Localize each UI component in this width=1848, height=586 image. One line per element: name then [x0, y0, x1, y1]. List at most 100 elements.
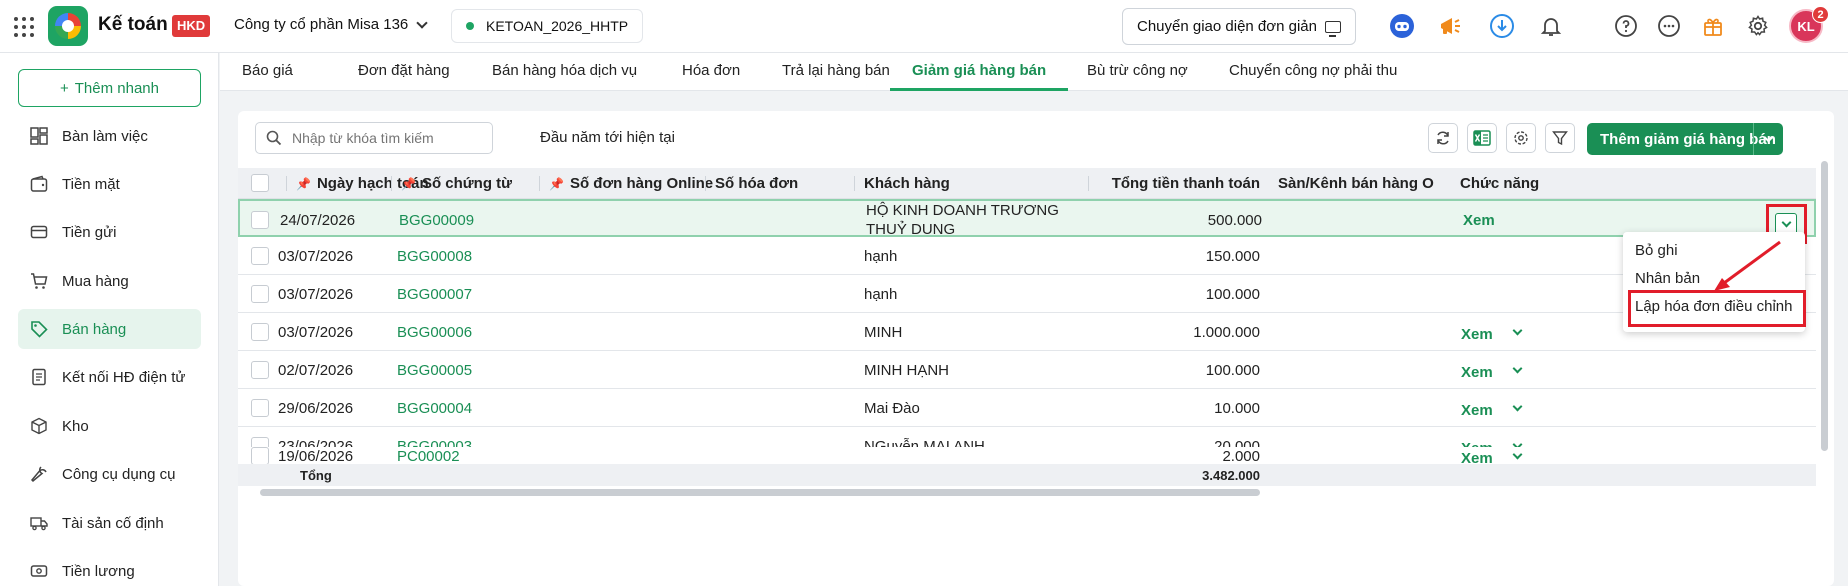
company-selector[interactable]: Công ty cổ phần Misa 136	[234, 16, 428, 33]
table-row[interactable]: 02/07/2026 BGG00005 MINH HẠNH 100.000 Xe…	[238, 351, 1816, 389]
sidebar-item-dashboard[interactable]: Bàn làm việc	[18, 116, 201, 156]
settings-button[interactable]	[1506, 123, 1536, 153]
row-checkbox[interactable]	[251, 389, 269, 427]
row-checkbox[interactable]	[251, 351, 269, 389]
app-logo[interactable]	[48, 6, 88, 46]
switch-ui-button[interactable]: Chuyển giao diện đơn giản	[1122, 8, 1356, 45]
filter-button[interactable]	[1545, 123, 1575, 153]
header-customer[interactable]: Khách hàng	[854, 168, 950, 199]
table-header: 📌 Ngày hạch toán 📌 Số chứng từ 📌 Số đơn hàn…	[238, 168, 1816, 199]
download-icon[interactable]	[1489, 13, 1515, 39]
gear-icon[interactable]	[1745, 13, 1771, 39]
quick-add-button[interactable]: + Thêm nhanh	[18, 69, 201, 107]
sidebar-item-purchase[interactable]: Mua hàng	[18, 261, 201, 301]
row-total: 100.000	[1205, 361, 1260, 379]
add-sales-discount-button[interactable]: Thêm giảm giá hàng bán	[1587, 123, 1783, 155]
row-menu-button[interactable]	[1506, 389, 1528, 427]
view-button[interactable]: Xem	[1461, 447, 1493, 465]
sidebar-item-fixed-assets[interactable]: Tài sản cố định	[18, 503, 201, 543]
sidebar-item-deposit[interactable]: Tiền gửi	[18, 212, 201, 252]
header-invoice-no[interactable]: Số hóa đơn	[704, 168, 798, 199]
refresh-button[interactable]	[1428, 123, 1458, 153]
view-button[interactable]: Xem	[1461, 353, 1493, 391]
row-doc-no[interactable]: BGG00006	[397, 313, 472, 351]
row-doc-no[interactable]: PC00002	[397, 447, 460, 465]
header-doc-no[interactable]: 📌 Số chứng từ	[390, 168, 512, 199]
view-button[interactable]: Xem	[1463, 201, 1495, 239]
chevron-down-icon	[416, 16, 428, 29]
sidebar-item-einvoice[interactable]: Kết nối HĐ điện tử	[18, 357, 201, 397]
database-chip[interactable]: KETOAN_2026_HHTP	[451, 9, 644, 43]
card-icon	[30, 223, 48, 241]
row-menu-button[interactable]	[1506, 313, 1528, 351]
excel-export-button[interactable]	[1467, 123, 1497, 153]
sidebar-item-cash[interactable]: Tiền mặt	[18, 164, 201, 204]
truck-icon	[30, 514, 48, 532]
chevron-down-icon	[1763, 132, 1774, 142]
sidebar-item-payroll[interactable]: Tiền lương	[18, 551, 201, 586]
more-icon[interactable]	[1656, 13, 1682, 39]
row-checkbox[interactable]	[251, 237, 269, 275]
header-channel[interactable]: Sàn/Kênh bán hàng Onli	[1278, 168, 1434, 199]
tab-sales-service[interactable]: Bán hàng hóa dịch vụ	[470, 53, 659, 91]
header-total[interactable]: Tổng tiền thanh toán	[1088, 168, 1260, 199]
table-row[interactable]: 03/07/2026 BGG00008 hạnh 150.000	[238, 237, 1816, 275]
horizontal-scrollbar[interactable]	[260, 489, 1260, 496]
row-checkbox[interactable]	[251, 201, 269, 239]
table-row[interactable]: 03/07/2026 BGG00006 MINH 1.000.000 Xem	[238, 313, 1816, 351]
search-box[interactable]	[255, 122, 493, 154]
tab-debt-offset[interactable]: Bù trừ công nợ	[1065, 53, 1210, 91]
search-input[interactable]	[292, 130, 482, 146]
header-online-order[interactable]: 📌 Số đơn hàng Online	[538, 168, 713, 199]
vertical-scrollbar[interactable]	[1821, 161, 1828, 451]
row-menu-button[interactable]	[1506, 351, 1528, 389]
view-button[interactable]: Xem	[1461, 391, 1493, 429]
tab-receivable-transfer[interactable]: Chuyển công nợ phải thu	[1207, 53, 1419, 91]
help-icon[interactable]	[1613, 13, 1639, 39]
chevron-down-icon	[1512, 449, 1522, 459]
row-date: 03/07/2026	[278, 247, 354, 265]
table-row[interactable]: 03/07/2026 BGG00007 hạnh 100.000	[238, 275, 1816, 313]
bell-icon[interactable]	[1538, 13, 1564, 39]
row-date: 24/07/2026	[280, 211, 356, 229]
row-total: 100.000	[1205, 285, 1260, 303]
row-doc-no[interactable]: BGG00009	[399, 201, 474, 239]
row-doc-no[interactable]: BGG00004	[397, 389, 472, 427]
table-row[interactable]: 19/06/2026 PC00002 2.000 Xem	[238, 447, 1816, 464]
table-row[interactable]: 29/06/2026 BGG00004 Mai Đào 10.000 Xem	[238, 389, 1816, 427]
sidebar-item-tools[interactable]: Công cụ dụng cụ	[18, 454, 201, 494]
menu-item-duplicate[interactable]: Nhân bản	[1635, 270, 1700, 287]
chevron-down-icon	[1512, 363, 1522, 373]
row-doc-no[interactable]: BGG00007	[397, 275, 472, 313]
filter-icon	[1552, 131, 1568, 146]
tools-icon	[30, 465, 48, 483]
row-doc-no[interactable]: BGG00008	[397, 237, 472, 275]
add-button-label: Thêm giảm giá hàng bán	[1600, 130, 1776, 148]
total-row: Tổng 3.482.000	[238, 464, 1816, 486]
gift-icon[interactable]	[1700, 13, 1726, 39]
app-grid-icon[interactable]	[14, 17, 34, 37]
row-checkbox[interactable]	[251, 313, 269, 351]
sidebar-item-warehouse[interactable]: Kho	[18, 406, 201, 446]
menu-item-unpost[interactable]: Bỏ ghi	[1635, 242, 1678, 259]
megaphone-icon[interactable]	[1437, 13, 1463, 39]
app-name: Kế toán	[98, 14, 168, 35]
row-checkbox[interactable]	[251, 447, 269, 464]
view-button[interactable]: Xem	[1461, 315, 1493, 353]
table-row[interactable]: 24/07/2026 BGG00009 HỘ KINH DOANH TRƯƠNG…	[238, 199, 1816, 239]
sidebar-item-sales[interactable]: Bán hàng	[18, 309, 201, 349]
tab-sales-order[interactable]: Đơn đặt hàng	[336, 53, 472, 91]
tab-invoice[interactable]: Hóa đơn	[660, 53, 762, 91]
tab-quotation[interactable]: Báo giá	[220, 53, 315, 91]
select-all-checkbox[interactable]	[251, 174, 269, 192]
row-doc-no[interactable]: BGG00005	[397, 351, 472, 389]
row-checkbox[interactable]	[251, 275, 269, 313]
add-options-button[interactable]	[1753, 123, 1783, 155]
tab-sales-discount[interactable]: Giảm giá hàng bán	[890, 53, 1069, 91]
switch-ui-label: Chuyển giao diện đơn giản	[1137, 18, 1317, 35]
period-filter[interactable]: Đầu năm tới hiện tại	[540, 129, 675, 146]
robot-icon[interactable]	[1389, 13, 1415, 39]
row-menu-button[interactable]	[1506, 447, 1528, 464]
payroll-icon	[30, 562, 48, 580]
sidebar-item-label: Kết nối HĐ điện tử	[62, 368, 186, 386]
